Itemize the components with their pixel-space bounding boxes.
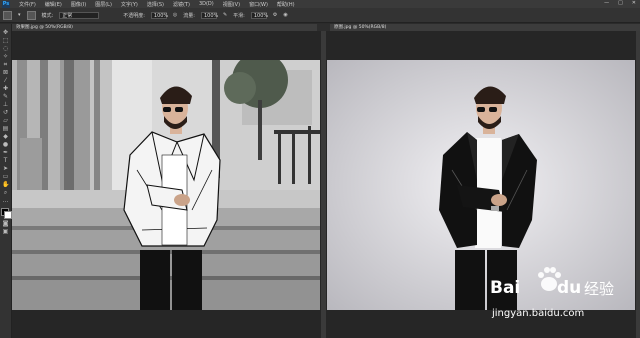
maximize-button[interactable]: □ [618,0,623,6]
window-controls: — □ ✕ [604,0,636,6]
menu-layer[interactable]: 图层(L) [95,1,112,8]
watermark-brand: Bai [490,278,521,298]
flow-label: 流量: [183,12,195,19]
quick-select-tool-icon[interactable]: ✧ [2,54,9,60]
brush-size-indicator[interactable]: ▾ [18,12,21,18]
smoothing-field[interactable]: 100% [250,11,268,19]
minimize-button[interactable]: — [604,0,609,6]
tab-effect-image[interactable]: 效果图.jpg @ 50%(RGB/8) [12,24,318,31]
vertical-scrollbar[interactable] [636,31,640,338]
crop-tool-icon[interactable]: ⌗ [2,62,9,68]
brush-tool-icon[interactable]: ✎ [2,94,9,100]
menu-help[interactable]: 帮助(H) [277,1,295,8]
more-tools-icon[interactable]: … [2,198,9,204]
zoom-tool-icon[interactable]: ⌕ [2,190,9,196]
dodge-tool-icon[interactable]: ● [2,142,9,148]
opacity-field[interactable]: 100% [150,11,168,19]
menu-select[interactable]: 选择(S) [147,1,164,8]
menu-image[interactable]: 图像(I) [71,1,86,8]
menu-view[interactable]: 视图(V) [223,1,240,8]
close-button[interactable]: ✕ [632,0,636,6]
color-swatches[interactable] [0,208,12,219]
mode-select[interactable]: 正常 [59,11,100,19]
menu-window[interactable]: 窗口(W) [249,1,268,8]
lasso-tool-icon[interactable]: ◌ [2,46,9,52]
blur-tool-icon[interactable]: ◆ [2,134,9,140]
menu-type[interactable]: 文字(Y) [121,1,138,8]
watermark-product: 经验 [584,280,615,298]
history-brush-tool-icon[interactable]: ↺ [2,110,9,116]
opacity-label: 不透明度: [123,12,145,19]
smoothing-label: 平滑: [233,12,245,19]
brush-preset-icon[interactable] [3,10,12,20]
path-select-tool-icon[interactable]: ➤ [2,166,9,172]
eraser-tool-icon[interactable]: ▱ [2,118,9,124]
tab-separator [317,24,330,31]
healing-brush-tool-icon[interactable]: ✚ [2,86,9,92]
frame-tool-icon[interactable]: ⊠ [2,70,9,76]
options-bar: ▾ 模式: 正常 不透明度: 100% ◎ 流量: 100% ✎ 平滑: 100… [0,8,640,23]
brush-panel-icon[interactable] [26,10,36,20]
hand-tool-icon[interactable]: ✋ [2,182,9,188]
menu-edit[interactable]: 编辑(E) [45,1,62,8]
background-color[interactable] [3,211,12,219]
pressure-opacity-icon[interactable]: ◎ [173,12,177,18]
settings-gear-icon[interactable]: ⚙ [273,12,277,18]
pen-tool-icon[interactable]: ✒ [2,150,9,156]
eyedropper-tool-icon[interactable]: ⁄ [2,78,9,84]
marquee-tool-icon[interactable]: ⬚ [2,38,9,44]
menu-file[interactable]: 文件(F) [19,1,36,8]
left-canvas[interactable] [12,60,320,310]
watermark-brand2: du [557,278,582,298]
pressure-size-icon[interactable]: ◉ [283,12,287,18]
menu-3d[interactable]: 3D(D) [199,1,214,7]
tools-panel: ✥ ⬚ ◌ ✧ ⌗ ⊠ ⁄ ✚ ✎ ⊥ ↺ ▱ ▤ ◆ ● ✒ T ➤ ▭ ✋ … [0,24,12,338]
mode-label: 模式: [41,12,54,19]
quick-mask-icon[interactable]: ◙ [2,221,9,227]
document-tabs: 效果图.jpg @ 50%(RGB/8) 原图.jpg @ 50%(RGB/8) [12,24,640,31]
rectangle-tool-icon[interactable]: ▭ [2,174,9,180]
clone-stamp-tool-icon[interactable]: ⊥ [2,102,9,108]
baidu-jingyan-watermark: Bai du 经验 jingyan.baidu.com [490,267,630,330]
type-tool-icon[interactable]: T [2,158,9,164]
watermark-url: jingyan.baidu.com [492,308,585,319]
airbrush-icon[interactable]: ✎ [223,12,227,18]
line-art-photo [12,60,320,310]
gradient-tool-icon[interactable]: ▤ [2,126,9,132]
tab-original-image[interactable]: 原图.jpg @ 50%(RGB/8) [330,24,640,31]
screen-mode-icon[interactable]: ▣ [2,229,9,235]
flow-field[interactable]: 100% [200,11,218,19]
menu-bar: Ps 文件(F) 编辑(E) 图像(I) 图层(L) 文字(Y) 选择(S) 滤… [0,0,640,8]
app-logo: Ps [2,0,10,8]
menu-filter[interactable]: 滤镜(T) [173,1,190,8]
move-tool-icon[interactable]: ✥ [2,30,9,36]
